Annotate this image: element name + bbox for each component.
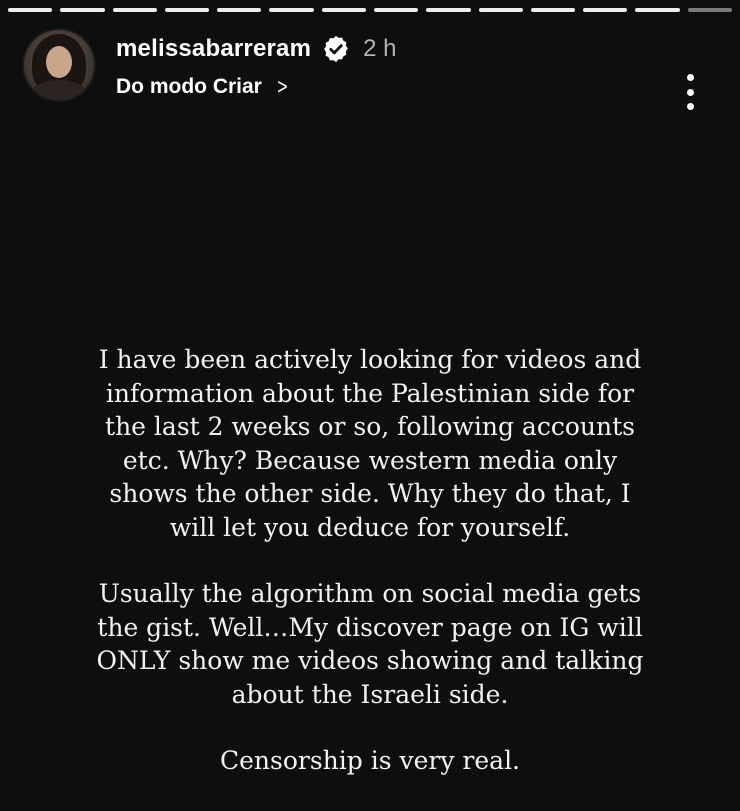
more-dot [686,88,694,96]
more-vertical-icon[interactable] [684,74,696,110]
more-dot [686,103,694,110]
more-dot [686,74,694,81]
progress-segment [60,8,105,12]
progress-segment [217,8,262,12]
story-progress-bar [8,8,732,12]
mode-label: Do modo Criar [116,75,262,98]
progress-segment [164,8,210,12]
progress-segment [635,8,680,12]
story-paragraph-2: Usually the algorithm on social media ge… [96,579,644,709]
verified-badge-icon [321,34,351,64]
story-header: melissabarreram 2 h Do modo Criar > [22,26,718,110]
progress-segment [426,8,471,12]
story-paragraph-3: Censorship is very real. [219,746,521,775]
progress-segment [478,8,523,12]
story-viewer[interactable]: melissabarreram 2 h Do modo Criar > I ha… [0,0,740,811]
avatar-shoulder [30,80,88,100]
avatar-face [46,46,72,78]
avatar[interactable] [22,28,96,102]
progress-segment [687,8,732,12]
progress-segment [583,8,628,12]
user-row: melissabarreram 2 h [116,32,397,66]
post-time: 2 h [363,35,397,62]
progress-segment [8,8,53,12]
chevron-right-icon: > [277,74,288,99]
story-text: I have been actively looking for videos … [90,343,650,778]
progress-segment [112,8,157,12]
progress-segment [373,8,419,12]
progress-segment [269,8,314,12]
username[interactable]: melissabarreram [116,35,311,63]
story-paragraph-1: I have been actively looking for videos … [98,345,642,542]
progress-segment [321,8,366,12]
progress-segment [530,8,576,12]
creator-mode-link[interactable]: Do modo Criar > [116,72,289,102]
